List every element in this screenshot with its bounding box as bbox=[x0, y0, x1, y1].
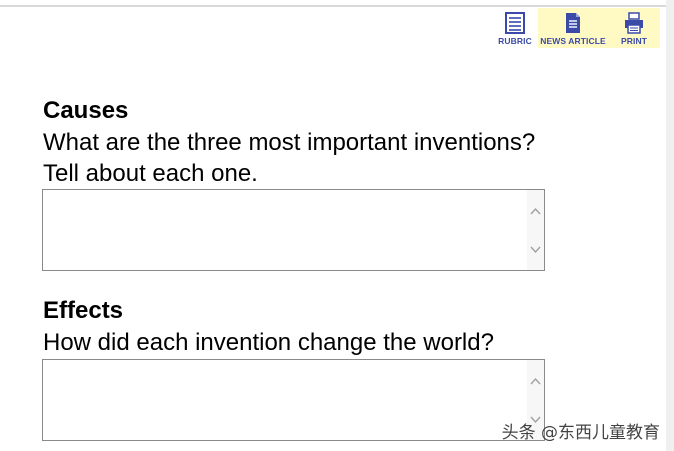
article-page-icon bbox=[566, 13, 580, 33]
causes-prompt-line1: What are the three most important invent… bbox=[43, 129, 536, 156]
rubric-label: RUBRIC bbox=[498, 36, 532, 46]
effects-heading: Effects bbox=[43, 297, 124, 324]
chevron-down-icon[interactable] bbox=[530, 246, 541, 254]
news-article-label: NEWS ARTICLE bbox=[540, 36, 606, 46]
causes-answer-field[interactable] bbox=[42, 189, 545, 271]
watermark: 头条 @东西儿童教育 bbox=[501, 423, 660, 443]
top-divider bbox=[0, 5, 666, 7]
print-label: PRINT bbox=[621, 36, 647, 46]
list-document-icon bbox=[505, 12, 525, 34]
causes-prompt-line2: Tell about each one. bbox=[43, 160, 258, 187]
effects-answer-field[interactable] bbox=[42, 359, 545, 441]
toolbar: RUBRIC NEWS ARTICLE PRINT bbox=[492, 8, 660, 48]
chevron-up-icon[interactable] bbox=[530, 377, 541, 385]
news-article-button[interactable]: NEWS ARTICLE bbox=[538, 8, 608, 48]
printer-icon bbox=[625, 12, 643, 34]
print-button[interactable]: PRINT bbox=[608, 8, 660, 48]
effects-prompt-line1: How did each invention change the world? bbox=[43, 329, 494, 356]
chevron-up-icon[interactable] bbox=[530, 207, 541, 215]
rubric-button[interactable]: RUBRIC bbox=[492, 8, 538, 48]
page-scrollbar[interactable] bbox=[666, 0, 674, 451]
causes-heading: Causes bbox=[43, 97, 129, 124]
causes-answer-scrollbar[interactable] bbox=[527, 190, 544, 270]
